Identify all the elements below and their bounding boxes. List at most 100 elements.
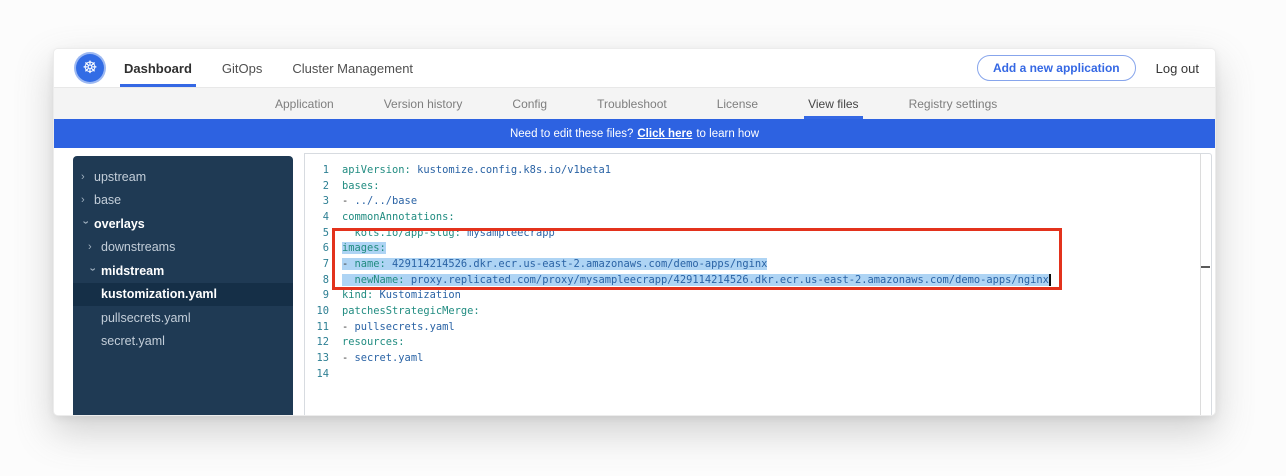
code-segment: ../../base (355, 195, 418, 207)
tree-item-upstream[interactable]: ›upstream (73, 165, 293, 189)
code-segment: resources: (342, 336, 405, 348)
code-line: 5 kots.io/app-slug: mysampleecrapp (305, 225, 1211, 241)
tree-item-label: midstream (101, 264, 164, 278)
code-line: 8 newName: proxy.replicated.com/proxy/my… (305, 272, 1211, 288)
code-text: newName: proxy.replicated.com/proxy/mysa… (342, 274, 1051, 286)
chevron-right-icon: › (81, 194, 91, 206)
code-text: commonAnnotations: (342, 211, 455, 223)
code-line: 14 (305, 366, 1211, 382)
code-text: kind: Kustomization (342, 289, 461, 301)
tree-item-label: pullsecrets.yaml (101, 311, 191, 325)
click-here-link[interactable]: Click here (637, 128, 692, 140)
code-text: - name: 429114214526.dkr.ecr.us-east-2.a… (342, 258, 767, 270)
code-text: - pullsecrets.yaml (342, 321, 455, 333)
line-number: 6 (305, 242, 329, 254)
code-segment (342, 274, 355, 286)
code-text: - ../../base (342, 195, 417, 207)
tree-item-label: secret.yaml (101, 334, 165, 348)
code-segment: - (342, 258, 355, 270)
tree-item-midstream[interactable]: ›midstream (73, 259, 293, 283)
logo-wrap: ☸ (76, 49, 104, 87)
code-segment: proxy.replicated.com/proxy/mysampleecrap… (405, 274, 1049, 286)
add-new-application-button[interactable]: Add a new application (977, 55, 1136, 81)
top-nav: ☸ Dashboard GitOps Cluster Management Add … (54, 49, 1215, 88)
code-segment: pullsecrets.yaml (355, 321, 455, 333)
tree-item-kustomization-yaml[interactable]: kustomization.yaml (73, 283, 293, 307)
code-segment: Kustomization (373, 289, 461, 301)
chevron-down-icon: › (87, 267, 99, 277)
tab-license[interactable]: License (715, 88, 760, 119)
banner-text-before: Need to edit these files? (510, 128, 633, 140)
text-cursor (1049, 274, 1051, 286)
code-segment: 429114214526.dkr.ecr.us-east-2.amazonaws… (386, 258, 768, 270)
code-segment: - (342, 352, 355, 364)
tree-item-base[interactable]: ›base (73, 189, 293, 213)
tab-application[interactable]: Application (273, 88, 336, 119)
tab-troubleshoot[interactable]: Troubleshoot (595, 88, 669, 119)
tree-item-label: base (94, 193, 121, 207)
line-number: 4 (305, 211, 329, 223)
code-segment: name: (355, 258, 386, 270)
code-line: 12 resources: (305, 335, 1211, 351)
line-number: 14 (305, 368, 329, 380)
chevron-right-icon: › (81, 171, 91, 183)
code-text: bases: (342, 180, 380, 192)
line-number: 10 (305, 305, 329, 317)
line-number: 8 (305, 274, 329, 286)
line-number: 12 (305, 336, 329, 348)
edit-files-banner: Need to edit these files? Click here to … (54, 119, 1215, 148)
code-segment (342, 227, 355, 239)
code-line: 10 patchesStrategicMerge: (305, 303, 1211, 319)
tree-item-secret-yaml[interactable]: secret.yaml (73, 330, 293, 354)
cursor-position-marker (1201, 266, 1210, 268)
code-segment: newName: (355, 274, 405, 286)
nav-item-cluster-management[interactable]: Cluster Management (288, 49, 417, 87)
tree-item-label: downstreams (101, 240, 175, 254)
logout-link[interactable]: Log out (1156, 61, 1199, 76)
code-text: patchesStrategicMerge: (342, 305, 480, 317)
kubernetes-icon: ☸ (76, 54, 104, 82)
code-segment: secret.yaml (355, 352, 424, 364)
code-editor[interactable]: 1apiVersion: kustomize.config.k8s.io/v1b… (304, 153, 1212, 416)
tab-version-history[interactable]: Version history (382, 88, 465, 119)
code-line: 6 images: (305, 240, 1211, 256)
nav-item-gitops[interactable]: GitOps (218, 49, 266, 87)
code-segment: kind: (342, 289, 373, 301)
code-text: kots.io/app-slug: mysampleecrapp (342, 227, 555, 239)
tab-registry-settings[interactable]: Registry settings (907, 88, 1000, 119)
code-line: 3 - ../../base (305, 193, 1211, 209)
code-line: 7- name: 429114214526.dkr.ecr.us-east-2.… (305, 256, 1211, 272)
code-line: 1apiVersion: kustomize.config.k8s.io/v1b… (305, 162, 1211, 178)
line-number: 5 (305, 227, 329, 239)
file-tree-sidebar: ›upstream›base›overlays›downstreams›mids… (73, 156, 293, 416)
tree-item-label: upstream (94, 170, 146, 184)
tree-item-downstreams[interactable]: ›downstreams (73, 236, 293, 260)
editor-scrollbar[interactable] (1200, 154, 1211, 416)
secondary-nav: Application Version history Config Troubles… (54, 88, 1215, 119)
tree-item-label: kustomization.yaml (101, 287, 217, 301)
code-segment: bases: (342, 180, 380, 192)
banner-text-after: to learn how (696, 128, 759, 140)
line-number: 9 (305, 289, 329, 301)
code-segment: apiVersion: (342, 164, 411, 176)
code-text: - secret.yaml (342, 352, 423, 364)
line-number: 3 (305, 195, 329, 207)
tab-view-files[interactable]: View files (806, 88, 860, 119)
tree-item-pullsecrets-yaml[interactable]: pullsecrets.yaml (73, 306, 293, 330)
code-line: 4 commonAnnotations: (305, 209, 1211, 225)
line-number: 1 (305, 164, 329, 176)
page: ☸ Dashboard GitOps Cluster Management Add … (0, 0, 1286, 476)
nav-item-dashboard[interactable]: Dashboard (120, 49, 196, 87)
line-number: 13 (305, 352, 329, 364)
tree-item-overlays[interactable]: ›overlays (73, 212, 293, 236)
code-text: images: (342, 242, 386, 254)
primary-nav: Dashboard GitOps Cluster Management (120, 49, 439, 87)
tab-config[interactable]: Config (510, 88, 549, 119)
code-line: 9 kind: Kustomization (305, 288, 1211, 304)
code-segment: commonAnnotations: (342, 211, 455, 223)
code-lines: 1apiVersion: kustomize.config.k8s.io/v1b… (305, 162, 1211, 382)
code-segment: - (342, 195, 355, 207)
code-line: 11- pullsecrets.yaml (305, 319, 1211, 335)
code-segment: patchesStrategicMerge: (342, 305, 480, 317)
code-text: resources: (342, 336, 405, 348)
